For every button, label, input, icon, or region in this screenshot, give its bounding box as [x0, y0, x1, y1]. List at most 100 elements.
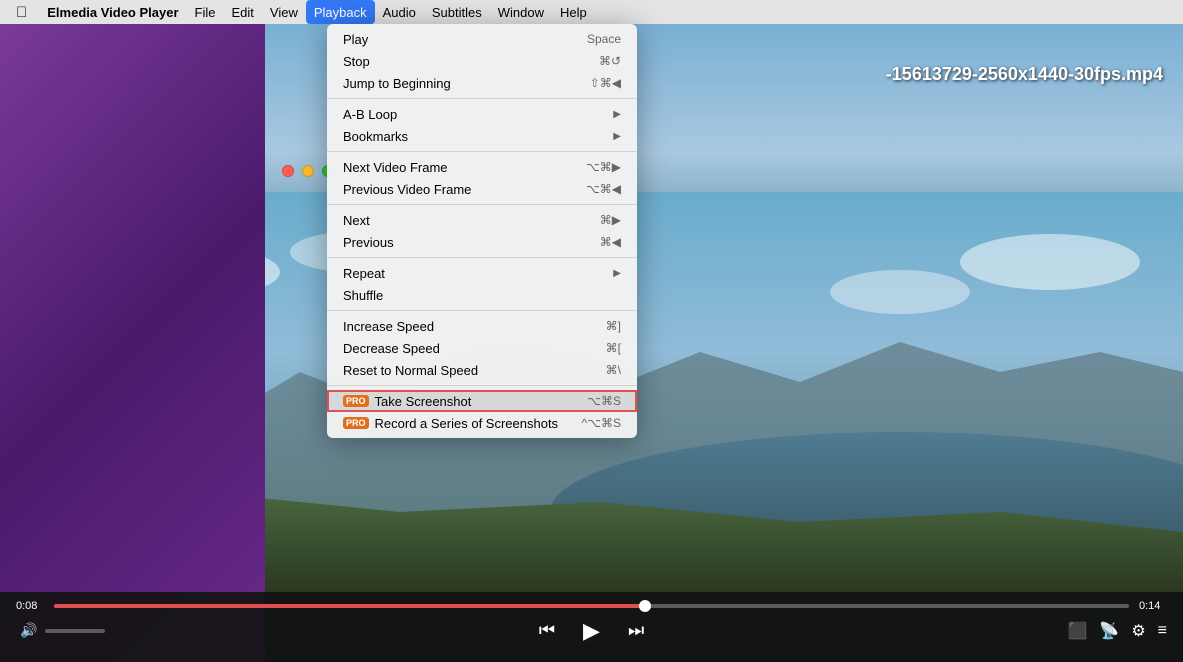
- play-pause-button[interactable]: ▶: [579, 614, 604, 648]
- video-filename: -15613729-2560x1440-30fps.mp4: [886, 64, 1163, 85]
- pro-badge-record: PRO: [343, 417, 369, 429]
- controls-row: 🔊 ⏮ ▶ ⏭ ⬛ 📡 ⚙ ≡: [16, 618, 1167, 643]
- decrease-speed-label: Decrease Speed: [343, 341, 440, 356]
- next-video-frame-shortcut: ⌥⌘▶: [586, 160, 621, 174]
- controls-left: 🔊: [16, 618, 105, 643]
- playback-menu-label: Playback: [314, 5, 367, 20]
- view-menu[interactable]: View: [262, 0, 306, 24]
- previous-shortcut: ⌘◀: [600, 235, 621, 249]
- menu-item-bookmarks[interactable]: Bookmarks ▶: [327, 125, 637, 147]
- menu-item-stop[interactable]: Stop ⌘↺: [327, 50, 637, 72]
- airplay-icon[interactable]: ⬛: [1067, 621, 1087, 641]
- subtitles-menu-label: Subtitles: [432, 5, 482, 20]
- menu-item-take-screenshot[interactable]: PRO Take Screenshot ⌥⌘S: [327, 390, 637, 412]
- take-screenshot-label: PRO Take Screenshot: [343, 394, 471, 409]
- playlist-icon[interactable]: ≡: [1158, 622, 1167, 640]
- stop-shortcut: ⌘↺: [599, 54, 621, 68]
- separator-4: [327, 257, 637, 258]
- stop-label: Stop: [343, 54, 370, 69]
- window-menu-label: Window: [498, 5, 544, 20]
- next-label: Next: [343, 213, 370, 228]
- volume-button[interactable]: 🔊: [16, 618, 41, 643]
- progress-track[interactable]: [54, 604, 1129, 608]
- next-video-frame-label: Next Video Frame: [343, 160, 448, 175]
- jump-beginning-shortcut: ⇧⌘◀: [590, 76, 621, 90]
- help-menu[interactable]: Help: [552, 0, 595, 24]
- controls-bar: 0:08 0:14 🔊 ⏮ ▶ ⏭ ⬛ 📡 ⚙ ≡: [0, 592, 1183, 662]
- menu-item-ab-loop[interactable]: A-B Loop ▶: [327, 103, 637, 125]
- repeat-label: Repeat: [343, 266, 385, 281]
- pro-badge-screenshot: PRO: [343, 395, 369, 407]
- progress-fill: [54, 604, 645, 608]
- menu-item-increase-speed[interactable]: Increase Speed ⌘]: [327, 315, 637, 337]
- menu-item-play[interactable]: Play Space: [327, 28, 637, 50]
- record-screenshots-label: PRO Record a Series of Screenshots: [343, 416, 558, 431]
- app-name-menu[interactable]: Elmedia Video Player: [39, 0, 186, 24]
- current-time: 0:08: [16, 600, 44, 612]
- close-button[interactable]: [282, 165, 294, 177]
- view-menu-label: View: [270, 5, 298, 20]
- previous-label: Previous: [343, 235, 394, 250]
- separator-2: [327, 151, 637, 152]
- controls-center: ⏮ ▶ ⏭: [535, 614, 648, 648]
- bookmarks-arrow-icon: ▶: [613, 131, 621, 142]
- menu-item-repeat[interactable]: Repeat ▶: [327, 262, 637, 284]
- menu-item-next-video-frame[interactable]: Next Video Frame ⌥⌘▶: [327, 156, 637, 178]
- repeat-arrow-icon: ▶: [613, 268, 621, 279]
- volume-bar[interactable]: [45, 629, 105, 633]
- separator-3: [327, 204, 637, 205]
- ab-loop-arrow-icon: ▶: [613, 109, 621, 120]
- menu-item-jump-beginning[interactable]: Jump to Beginning ⇧⌘◀: [327, 72, 637, 94]
- subtitles-menu[interactable]: Subtitles: [424, 0, 490, 24]
- playback-dropdown-menu: Play Space Stop ⌘↺ Jump to Beginning ⇧⌘◀…: [327, 24, 637, 438]
- apple-menu[interactable]: : [8, 0, 39, 24]
- separator-5: [327, 310, 637, 311]
- take-screenshot-shortcut: ⌥⌘S: [587, 394, 621, 408]
- increase-speed-shortcut: ⌘]: [606, 319, 621, 333]
- menu-item-reset-speed[interactable]: Reset to Normal Speed ⌘\: [327, 359, 637, 381]
- prev-video-frame-label: Previous Video Frame: [343, 182, 471, 197]
- help-menu-label: Help: [560, 5, 587, 20]
- play-shortcut: Space: [587, 32, 621, 46]
- next-track-button[interactable]: ⏭: [624, 616, 648, 645]
- ab-loop-label: A-B Loop: [343, 107, 397, 122]
- app-name-label: Elmedia Video Player: [47, 5, 178, 20]
- reset-speed-label: Reset to Normal Speed: [343, 363, 478, 378]
- edit-menu[interactable]: Edit: [223, 0, 261, 24]
- menu-item-shuffle[interactable]: Shuffle: [327, 284, 637, 306]
- menubar:  Elmedia Video Player File Edit View Pl…: [0, 0, 1183, 24]
- airplay-audio-icon[interactable]: 📡: [1099, 621, 1119, 641]
- minimize-button[interactable]: [302, 165, 314, 177]
- decrease-speed-shortcut: ⌘[: [606, 341, 621, 355]
- separator-1: [327, 98, 637, 99]
- record-screenshots-shortcut: ^⌥⌘S: [582, 416, 621, 430]
- settings-icon[interactable]: ⚙: [1131, 621, 1145, 641]
- separator-6: [327, 385, 637, 386]
- audio-menu[interactable]: Audio: [375, 0, 424, 24]
- edit-menu-label: Edit: [231, 5, 253, 20]
- jump-beginning-label: Jump to Beginning: [343, 76, 451, 91]
- playback-menu-trigger[interactable]: Playback: [306, 0, 375, 24]
- menu-item-previous[interactable]: Previous ⌘◀: [327, 231, 637, 253]
- menu-item-record-screenshots[interactable]: PRO Record a Series of Screenshots ^⌥⌘S: [327, 412, 637, 434]
- menu-item-prev-video-frame[interactable]: Previous Video Frame ⌥⌘◀: [327, 178, 637, 200]
- increase-speed-label: Increase Speed: [343, 319, 434, 334]
- total-time: 0:14: [1139, 600, 1167, 612]
- window-menu[interactable]: Window: [490, 0, 552, 24]
- progress-row: 0:08 0:14: [16, 600, 1167, 612]
- previous-track-button[interactable]: ⏮: [535, 616, 559, 645]
- file-menu[interactable]: File: [187, 0, 224, 24]
- controls-right: ⬛ 📡 ⚙ ≡: [1067, 621, 1167, 641]
- shuffle-label: Shuffle: [343, 288, 383, 303]
- progress-thumb[interactable]: [639, 600, 651, 612]
- audio-menu-label: Audio: [383, 5, 416, 20]
- play-label: Play: [343, 32, 368, 47]
- desktop-bg: [0, 24, 265, 662]
- reset-speed-shortcut: ⌘\: [606, 363, 621, 377]
- menu-item-next[interactable]: Next ⌘▶: [327, 209, 637, 231]
- bookmarks-label: Bookmarks: [343, 129, 408, 144]
- menu-item-decrease-speed[interactable]: Decrease Speed ⌘[: [327, 337, 637, 359]
- file-menu-label: File: [195, 5, 216, 20]
- next-shortcut: ⌘▶: [600, 213, 621, 227]
- apple-logo-icon: : [16, 4, 27, 21]
